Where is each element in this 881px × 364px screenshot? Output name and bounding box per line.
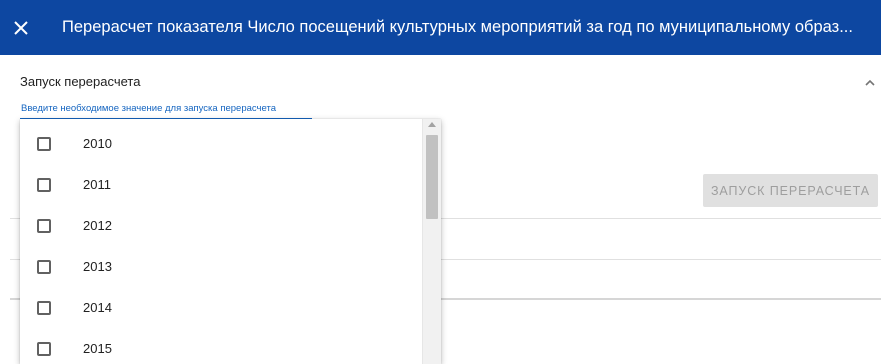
dropdown-option-2014[interactable]: 2014 — [20, 287, 422, 328]
dropdown-option-2013[interactable]: 2013 — [20, 246, 422, 287]
dropdown-scrollbar[interactable] — [422, 119, 441, 364]
option-label: 2014 — [83, 300, 112, 315]
scroll-up-arrow-icon[interactable] — [428, 122, 436, 127]
chevron-up-icon[interactable] — [864, 78, 876, 88]
option-label: 2011 — [83, 177, 111, 192]
field-label: Введите необходимое значение для запуска… — [21, 103, 276, 114]
close-icon[interactable] — [14, 20, 28, 35]
option-label: 2015 — [83, 341, 112, 356]
dropdown-option-2010[interactable]: 2010 — [20, 123, 422, 164]
dialog-header: Перерасчет показателя Число посещений ку… — [0, 0, 881, 55]
dropdown-option-2011[interactable]: 2011 — [20, 164, 422, 205]
year-dropdown-list[interactable]: 2010 2011 2012 2013 2014 2015 — [20, 119, 441, 364]
checkbox[interactable] — [37, 136, 51, 151]
checkbox[interactable] — [37, 177, 51, 192]
scroll-thumb[interactable] — [426, 135, 438, 219]
dropdown-option-2012[interactable]: 2012 — [20, 205, 422, 246]
run-recalculation-button[interactable]: ЗАПУСК ПЕРЕРАСЧЕТА — [703, 174, 878, 207]
close-button[interactable] — [0, 0, 42, 55]
option-label: 2010 — [83, 136, 112, 151]
option-label: 2012 — [83, 218, 112, 233]
dialog-title: Перерасчет показателя Число посещений ку… — [62, 18, 853, 36]
checkbox[interactable] — [37, 341, 51, 356]
section-title: Запуск перерасчета — [20, 74, 141, 89]
option-label: 2013 — [83, 259, 112, 274]
dropdown-option-2015[interactable]: 2015 — [20, 328, 422, 364]
checkbox[interactable] — [37, 218, 51, 233]
checkbox[interactable] — [37, 259, 51, 274]
checkbox[interactable] — [37, 300, 51, 315]
